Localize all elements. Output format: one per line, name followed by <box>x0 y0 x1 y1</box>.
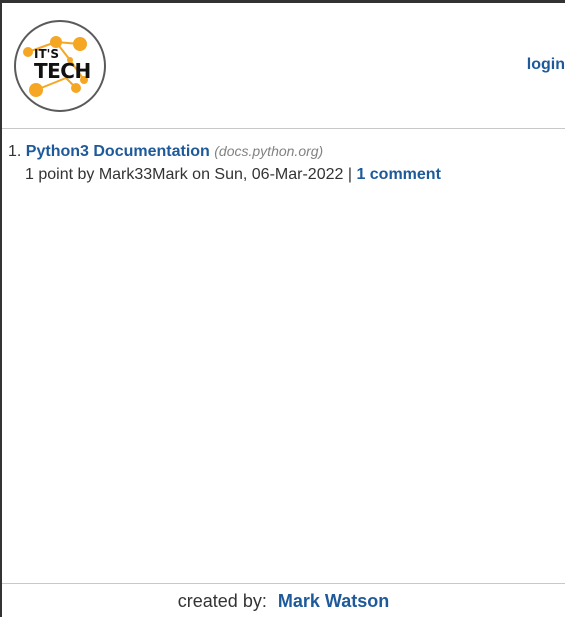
site-logo[interactable]: IT'S TECH <box>14 20 106 112</box>
story-meta: 1 point by Mark33Mark on Sun, 06-Mar-202… <box>8 166 441 184</box>
footer-author-link[interactable]: Mark Watson <box>278 591 389 611</box>
header-bar: IT'S TECH login <box>2 3 565 129</box>
footer-created-by: created by: <box>177 591 267 611</box>
story-comments-link[interactable]: 1 comment <box>356 166 440 183</box>
footer: created by: Mark Watson <box>2 583 565 618</box>
story-rank: 1. <box>8 143 22 160</box>
story-title-link[interactable]: Python3 Documentation <box>26 143 210 160</box>
story-meta-text: 1 point by Mark33Mark on Sun, 06-Mar-202… <box>25 166 352 183</box>
story-list: 1. Python3 Documentation (docs.python.or… <box>8 143 441 184</box>
story-domain: (docs.python.org) <box>214 143 324 159</box>
story-item: 1. Python3 Documentation (docs.python.or… <box>8 143 441 161</box>
logo-text-tech: TECH <box>34 59 91 83</box>
login-link[interactable]: login <box>527 56 565 74</box>
